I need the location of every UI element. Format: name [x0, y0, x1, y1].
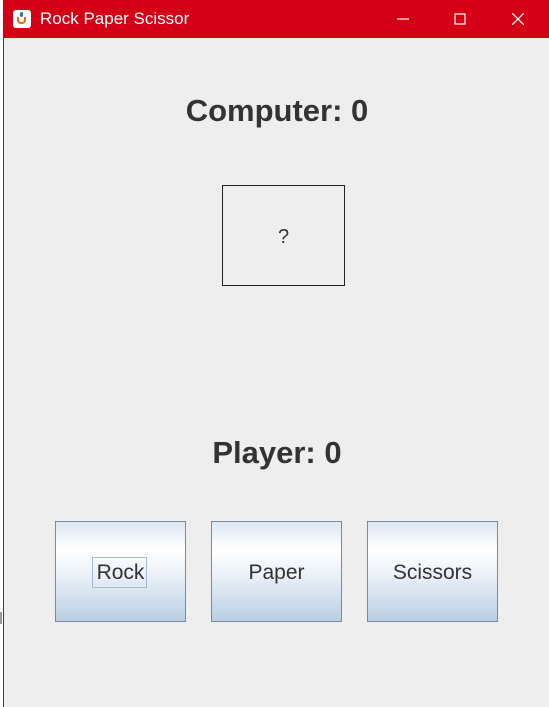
background-edge-mark: [0, 612, 2, 624]
computer-score-label: Computer: 0: [185, 93, 369, 128]
computer-choice-text: ?: [277, 226, 290, 248]
close-button[interactable]: [495, 0, 541, 38]
maximize-icon: [454, 13, 466, 25]
maximize-button[interactable]: [437, 0, 483, 38]
close-icon: [512, 13, 524, 25]
minimize-button[interactable]: [380, 0, 426, 38]
scissors-button[interactable]: Scissors: [367, 521, 498, 622]
window-title: Rock Paper Scissor: [40, 9, 190, 28]
scissors-button-label: Scissors: [392, 561, 473, 584]
app-window: Rock Paper Scissor Computer: 0 ? Player:…: [3, 0, 549, 707]
player-score-label: Player: 0: [212, 435, 342, 470]
paper-button-label: Paper: [248, 561, 305, 584]
java-cup-icon: [13, 10, 31, 28]
computer-choice-box: ?: [222, 185, 345, 286]
rock-button-label: Rock: [96, 561, 145, 584]
minimize-icon: [397, 18, 409, 20]
title-bar[interactable]: Rock Paper Scissor: [4, 0, 549, 38]
paper-button[interactable]: Paper: [211, 521, 342, 622]
rock-button[interactable]: Rock: [55, 521, 186, 622]
